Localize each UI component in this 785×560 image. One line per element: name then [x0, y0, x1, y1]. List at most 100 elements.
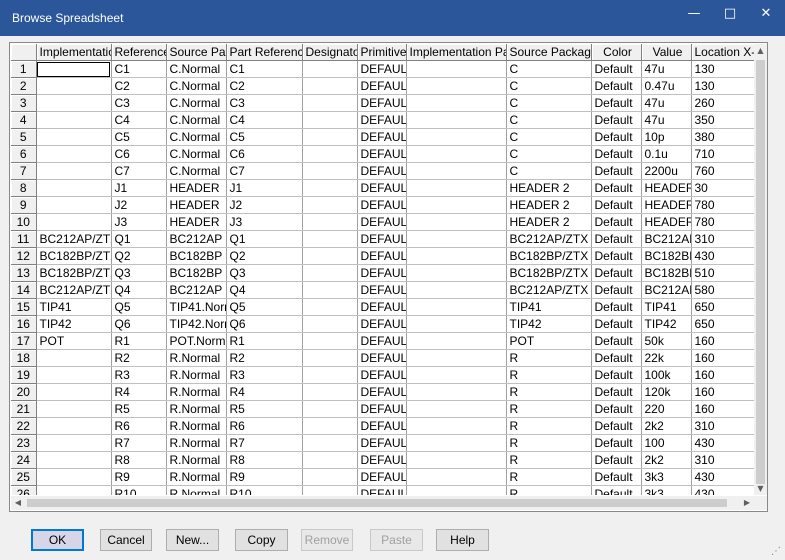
location-x-cell[interactable]: 650 [691, 298, 754, 316]
scroll-left-icon[interactable]: ◀ [11, 496, 25, 510]
part-reference-cell[interactable]: C5 [226, 128, 303, 146]
designator-cell[interactable] [302, 298, 358, 316]
part-reference-cell[interactable]: R10 [226, 485, 303, 495]
implementation-path-cell[interactable] [406, 485, 507, 495]
location-x-cell[interactable]: 760 [691, 162, 754, 180]
implementation-path-cell[interactable] [406, 383, 507, 401]
source-part-cell[interactable]: C.Normal [166, 94, 227, 112]
implementation-cell[interactable]: BC212AP/ZTX [36, 281, 112, 299]
implementation-path-cell[interactable] [406, 281, 507, 299]
implementation-cell[interactable]: TIP41 [36, 298, 112, 316]
primitive-cell[interactable]: DEFAULT [357, 468, 407, 486]
ok-button[interactable]: OK [31, 529, 84, 551]
reference-cell[interactable]: C1 [111, 60, 167, 78]
value-cell[interactable]: 22k [641, 349, 692, 367]
primitive-cell[interactable]: DEFAULT [357, 298, 407, 316]
part-reference-cell[interactable]: C3 [226, 94, 303, 112]
designator-cell[interactable] [302, 366, 358, 384]
implementation-path-cell[interactable] [406, 349, 507, 367]
color-cell[interactable]: Default [591, 349, 642, 367]
source-package-cell[interactable]: R [506, 417, 592, 435]
table-row[interactable]: 9J2HEADERJ2DEFAULTHEADER 2DefaultHEADER7… [11, 196, 754, 214]
primitive-cell[interactable]: DEFAULT [357, 196, 407, 214]
row-header[interactable]: 19 [11, 366, 37, 384]
source-part-cell[interactable]: C.Normal [166, 77, 227, 95]
source-package-cell[interactable]: POT [506, 332, 592, 350]
primitive-cell[interactable]: DEFAULT [357, 349, 407, 367]
source-package-cell[interactable]: R [506, 349, 592, 367]
location-x-cell[interactable]: 130 [691, 77, 754, 95]
reference-cell[interactable]: C2 [111, 77, 167, 95]
designator-cell[interactable] [302, 196, 358, 214]
row-header[interactable]: 3 [11, 94, 37, 112]
row-header[interactable]: 26 [11, 485, 37, 495]
table-row[interactable]: 5 C5C.NormalC5 DEFAULT CDefault10p380 [11, 128, 754, 146]
implementation-cell[interactable] [36, 179, 112, 197]
location-x-cell[interactable]: 430 [691, 247, 754, 265]
implementation-path-cell[interactable] [406, 417, 507, 435]
location-x-cell[interactable]: 160 [691, 383, 754, 401]
primitive-cell[interactable]: DEFAULT [357, 366, 407, 384]
reference-cell[interactable]: Q6 [111, 315, 167, 333]
location-x-cell[interactable]: 510 [691, 264, 754, 282]
reference-cell[interactable]: Q2 [111, 247, 167, 265]
scroll-down-icon[interactable]: ▼ [754, 482, 767, 495]
table-row[interactable]: 3 C3C.NormalC3 DEFAULT CDefault47u260 [11, 94, 754, 112]
location-x-cell[interactable]: 710 [691, 145, 754, 163]
color-cell[interactable]: Default [591, 264, 642, 282]
row-header[interactable]: 24 [11, 451, 37, 469]
implementation-path-cell[interactable] [406, 400, 507, 418]
column-header[interactable]: Designator [302, 44, 358, 61]
new-button[interactable]: New... [166, 529, 219, 551]
location-x-cell[interactable]: 30 [691, 179, 754, 197]
location-x-cell[interactable]: 130 [691, 60, 754, 78]
source-part-cell[interactable]: BC212AP [166, 281, 227, 299]
table-row[interactable]: 11BC212AP/ZTXQ1BC212APQ1DEFAULTBC212AP/Z… [11, 230, 754, 248]
designator-cell[interactable] [302, 60, 358, 78]
primitive-cell[interactable]: DEFAULT [357, 77, 407, 95]
source-package-cell[interactable]: HEADER 2 [506, 179, 592, 197]
value-cell[interactable]: 3k3 [641, 468, 692, 486]
reference-cell[interactable]: R7 [111, 434, 167, 452]
implementation-cell[interactable] [36, 451, 112, 469]
value-cell[interactable]: 100 [641, 434, 692, 452]
table-row[interactable]: 13BC182BP/ZTXQ3BC182BPQ3DEFAULTBC182BP/Z… [11, 264, 754, 282]
value-cell[interactable]: 47u [641, 94, 692, 112]
color-cell[interactable]: Default [591, 315, 642, 333]
source-part-cell[interactable]: R.Normal [166, 451, 227, 469]
primitive-cell[interactable]: DEFAULT [357, 247, 407, 265]
part-reference-cell[interactable]: Q3 [226, 264, 303, 282]
color-cell[interactable]: Default [591, 281, 642, 299]
table-row[interactable]: 15TIP41Q5TIP41.NormalQ5DEFAULTTIP41Defau… [11, 298, 754, 316]
scroll-right-icon[interactable]: ▶ [740, 496, 754, 510]
source-package-cell[interactable]: R [506, 383, 592, 401]
table-row[interactable]: 25 R9R.NormalR9 DEFAULT RDefault3k3430 [11, 468, 754, 486]
location-x-cell[interactable]: 430 [691, 434, 754, 452]
row-header[interactable]: 4 [11, 111, 37, 129]
implementation-cell[interactable]: POT [36, 332, 112, 350]
color-cell[interactable]: Default [591, 332, 642, 350]
designator-cell[interactable] [302, 179, 358, 197]
table-row[interactable]: 19 R3R.NormalR3 DEFAULT RDefault100k160 [11, 366, 754, 384]
value-cell[interactable]: 2200u [641, 162, 692, 180]
value-cell[interactable]: HEADER [641, 179, 692, 197]
color-cell[interactable]: Default [591, 383, 642, 401]
implementation-cell[interactable] [36, 349, 112, 367]
location-x-cell[interactable]: 780 [691, 213, 754, 231]
implementation-cell[interactable] [36, 77, 112, 95]
part-reference-cell[interactable]: C7 [226, 162, 303, 180]
source-package-cell[interactable]: TIP41 [506, 298, 592, 316]
value-cell[interactable]: 100k [641, 366, 692, 384]
reference-cell[interactable]: C4 [111, 111, 167, 129]
part-reference-cell[interactable]: R5 [226, 400, 303, 418]
implementation-cell[interactable] [36, 111, 112, 129]
part-reference-cell[interactable]: R3 [226, 366, 303, 384]
reference-cell[interactable]: R1 [111, 332, 167, 350]
part-reference-cell[interactable]: C2 [226, 77, 303, 95]
implementation-cell[interactable]: BC182BP/ZTX [36, 264, 112, 282]
row-header[interactable]: 8 [11, 179, 37, 197]
reference-cell[interactable]: C3 [111, 94, 167, 112]
reference-cell[interactable]: J2 [111, 196, 167, 214]
value-cell[interactable]: BC182BP [641, 247, 692, 265]
reference-cell[interactable]: R2 [111, 349, 167, 367]
